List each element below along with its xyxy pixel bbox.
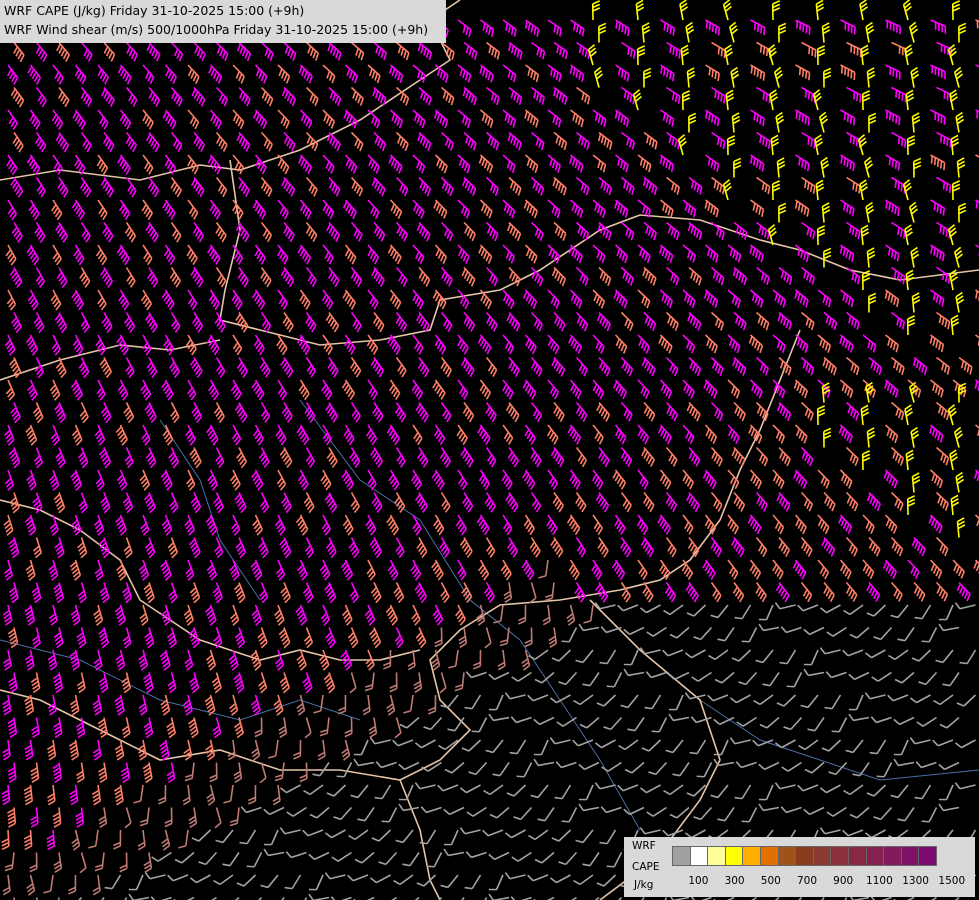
legend-swatch: [795, 846, 814, 866]
legend-tick: 900: [833, 875, 854, 887]
legend-tick: 500: [760, 875, 781, 887]
legend-tick: 300: [724, 875, 745, 887]
wind-shear-map: [0, 0, 979, 900]
cape-title: WRF CAPE (J/kg) Friday 31-10-2025 15:00 …: [4, 3, 305, 18]
legend-swatch: [900, 846, 920, 866]
legend-swatch: [742, 846, 761, 866]
legend-tick: 1300: [902, 875, 929, 887]
cape-legend: WRF CAPE J/kg 100 300 500 700 900 1100 1300 150…: [624, 837, 975, 897]
legend-tick: 1500: [938, 875, 966, 887]
legend-swatch: [918, 846, 937, 866]
legend-swatch: [760, 846, 779, 866]
shear-title: WRF Wind shear (m/s) 500/1000hPa Friday …: [4, 22, 429, 37]
legend-swatch: [865, 846, 885, 866]
legend-tick: 100: [688, 875, 709, 887]
legend-field-label: CAPE: [632, 861, 660, 873]
legend-tick: 1100: [866, 875, 893, 887]
legend-model-label: WRF: [632, 840, 656, 852]
legend-swatch: [883, 846, 902, 866]
legend-swatch: [812, 846, 832, 866]
legend-swatch: [724, 846, 744, 866]
legend-swatch: [848, 846, 867, 866]
legend-swatch: [672, 846, 691, 866]
legend-swatch: [689, 846, 709, 866]
legend-swatch: [777, 846, 797, 866]
legend-swatch: [707, 846, 726, 866]
legend-tick: 700: [796, 875, 818, 887]
legend-unit-label: J/kg: [634, 879, 654, 891]
legend-swatch: [830, 846, 849, 866]
map-title-box: WRF CAPE (J/kg) Friday 31-10-2025 15:00 …: [0, 0, 446, 43]
